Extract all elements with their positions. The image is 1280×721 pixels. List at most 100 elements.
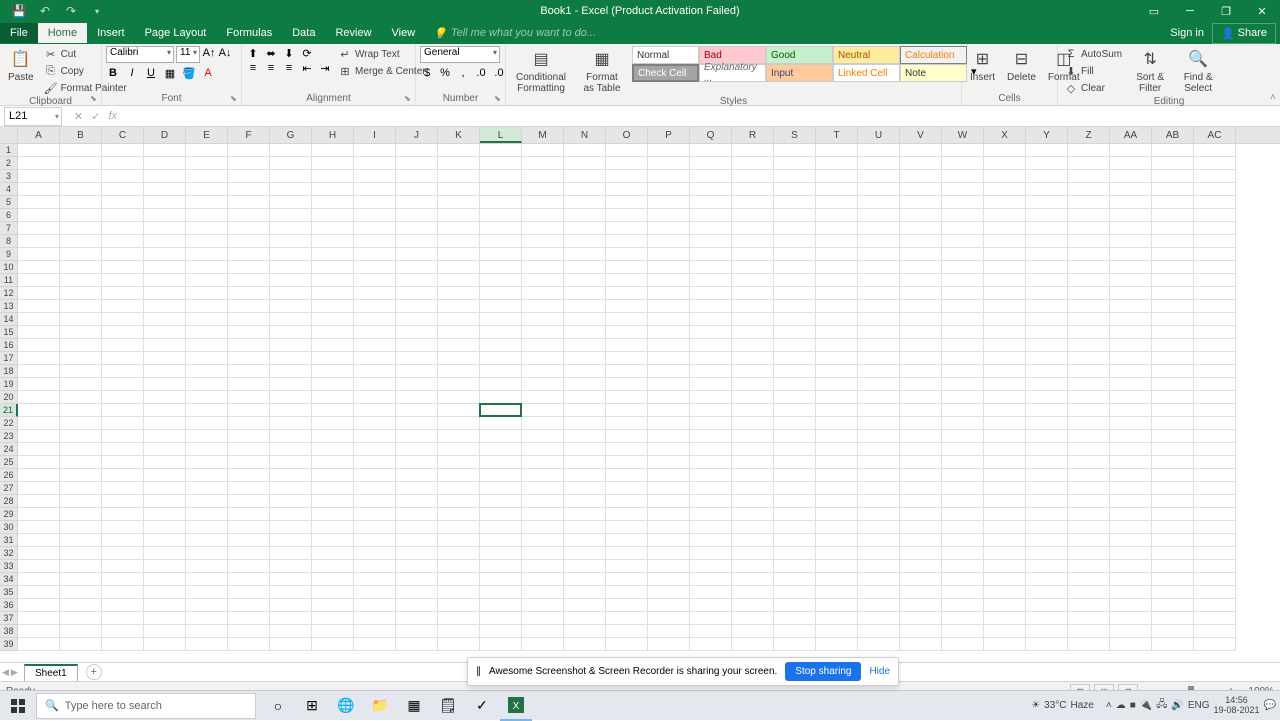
col-header-C[interactable]: C — [102, 127, 144, 143]
tab-data[interactable]: Data — [282, 23, 325, 43]
clipboard-launcher-icon[interactable]: ⬊ — [90, 94, 100, 104]
increase-decimal-icon[interactable]: .0 — [474, 66, 488, 80]
row-header-7[interactable]: 7 — [0, 222, 18, 235]
style-normal[interactable]: Normal — [632, 46, 699, 64]
insert-cells-button[interactable]: ⊞Insert — [966, 46, 999, 85]
sheet-next-icon[interactable]: ▶ — [11, 667, 18, 678]
row-header-24[interactable]: 24 — [0, 443, 18, 456]
style-check-cell[interactable]: Check Cell — [632, 64, 699, 82]
tray-clock[interactable]: 14:56 19-08-2021 — [1214, 696, 1260, 716]
col-header-Z[interactable]: Z — [1068, 127, 1110, 143]
tray-lang[interactable]: ENG — [1188, 700, 1210, 711]
col-header-AA[interactable]: AA — [1110, 127, 1152, 143]
row-header-12[interactable]: 12 — [0, 287, 18, 300]
name-box[interactable]: L21 — [4, 107, 62, 126]
weather-widget[interactable]: ☀ 33°C Haze — [1031, 700, 1094, 711]
merge-center-button[interactable]: ⊞Merge & Center — [336, 63, 428, 79]
redo-icon[interactable]: ↷ — [60, 0, 82, 22]
style-good[interactable]: Good — [766, 46, 833, 64]
row-header-26[interactable]: 26 — [0, 469, 18, 482]
share-button[interactable]: 👤 Share — [1212, 23, 1276, 44]
row-header-25[interactable]: 25 — [0, 456, 18, 469]
align-middle-icon[interactable]: ⬌ — [264, 46, 278, 60]
tray-volume-icon[interactable]: 🔊 — [1171, 700, 1183, 711]
tray-usb-icon[interactable]: 🔌 — [1140, 700, 1152, 711]
stop-sharing-button[interactable]: Stop sharing — [785, 662, 861, 681]
bold-button[interactable]: B — [106, 66, 120, 80]
col-header-N[interactable]: N — [564, 127, 606, 143]
col-header-S[interactable]: S — [774, 127, 816, 143]
maximize-icon[interactable]: ❐ — [1208, 0, 1244, 22]
currency-icon[interactable]: $ — [420, 66, 434, 80]
app-icon-2[interactable]: ✓ — [466, 691, 498, 721]
style-linked-cell[interactable]: Linked Cell — [833, 64, 900, 82]
col-header-B[interactable]: B — [60, 127, 102, 143]
row-header-23[interactable]: 23 — [0, 430, 18, 443]
row-header-1[interactable]: 1 — [0, 144, 18, 157]
cortana-icon[interactable]: ○ — [262, 691, 294, 721]
indent-inc-icon[interactable]: ⇥ — [318, 61, 332, 75]
autosum-button[interactable]: ΣAutoSum — [1062, 46, 1124, 62]
taskbar-search[interactable]: 🔍 Type here to search — [36, 693, 256, 719]
col-header-H[interactable]: H — [312, 127, 354, 143]
decrease-decimal-icon[interactable]: .0 — [492, 66, 506, 80]
alignment-launcher-icon[interactable]: ⬊ — [404, 94, 414, 104]
font-color-icon[interactable]: A — [201, 66, 215, 80]
tab-formulas[interactable]: Formulas — [216, 23, 282, 43]
tab-file[interactable]: File — [0, 23, 38, 43]
italic-button[interactable]: I — [125, 66, 139, 80]
row-header-16[interactable]: 16 — [0, 339, 18, 352]
comma-icon[interactable]: , — [456, 66, 470, 80]
col-header-M[interactable]: M — [522, 127, 564, 143]
font-launcher-icon[interactable]: ⬊ — [230, 94, 240, 104]
conditional-formatting-button[interactable]: ▤ Conditional Formatting — [510, 46, 572, 96]
minimize-icon[interactable]: ─ — [1172, 0, 1208, 22]
row-header-11[interactable]: 11 — [0, 274, 18, 287]
row-header-27[interactable]: 27 — [0, 482, 18, 495]
row-header-35[interactable]: 35 — [0, 586, 18, 599]
style-input[interactable]: Input — [766, 64, 833, 82]
sort-filter-button[interactable]: ⇅Sort & Filter — [1128, 46, 1172, 96]
style-neutral[interactable]: Neutral — [833, 46, 900, 64]
col-header-W[interactable]: W — [942, 127, 984, 143]
row-header-8[interactable]: 8 — [0, 235, 18, 248]
find-select-button[interactable]: 🔍Find & Select — [1176, 46, 1220, 96]
align-center-icon[interactable]: ≡ — [264, 61, 278, 75]
row-header-21[interactable]: 21 — [0, 404, 18, 417]
tray-network-icon[interactable]: 🖧 — [1156, 697, 1167, 714]
row-header-18[interactable]: 18 — [0, 365, 18, 378]
col-header-K[interactable]: K — [438, 127, 480, 143]
row-header-14[interactable]: 14 — [0, 313, 18, 326]
tell-me[interactable]: 💡 Tell me what you want to do... — [433, 27, 596, 40]
orientation-icon[interactable]: ⟳ — [300, 46, 314, 60]
row-header-30[interactable]: 30 — [0, 521, 18, 534]
align-right-icon[interactable]: ≡ — [282, 61, 296, 75]
col-header-D[interactable]: D — [144, 127, 186, 143]
col-header-AB[interactable]: AB — [1152, 127, 1194, 143]
collapse-ribbon-icon[interactable]: ˄ — [1270, 92, 1276, 103]
row-header-2[interactable]: 2 — [0, 157, 18, 170]
row-header-5[interactable]: 5 — [0, 196, 18, 209]
row-header-6[interactable]: 6 — [0, 209, 18, 222]
row-header-10[interactable]: 10 — [0, 261, 18, 274]
row-header-28[interactable]: 28 — [0, 495, 18, 508]
fill-button[interactable]: ⬇Fill — [1062, 63, 1124, 79]
notes-icon[interactable]: 🗒 — [432, 691, 464, 721]
row-header-13[interactable]: 13 — [0, 300, 18, 313]
row-header-31[interactable]: 31 — [0, 534, 18, 547]
style-explanatory[interactable]: Explanatory ... — [699, 64, 766, 82]
row-header-33[interactable]: 33 — [0, 560, 18, 573]
row-header-19[interactable]: 19 — [0, 378, 18, 391]
col-header-V[interactable]: V — [900, 127, 942, 143]
col-header-J[interactable]: J — [396, 127, 438, 143]
style-calculation[interactable]: Calculation — [900, 46, 967, 64]
col-header-A[interactable]: A — [18, 127, 60, 143]
fill-color-icon[interactable]: 🪣 — [182, 66, 196, 80]
paste-button[interactable]: 📋 Paste — [4, 46, 38, 85]
col-header-L[interactable]: L — [480, 127, 522, 143]
tab-view[interactable]: View — [382, 23, 426, 43]
col-header-Q[interactable]: Q — [690, 127, 732, 143]
col-header-G[interactable]: G — [270, 127, 312, 143]
style-note[interactable]: Note — [900, 64, 967, 82]
wrap-text-button[interactable]: ↵Wrap Text — [336, 46, 428, 62]
